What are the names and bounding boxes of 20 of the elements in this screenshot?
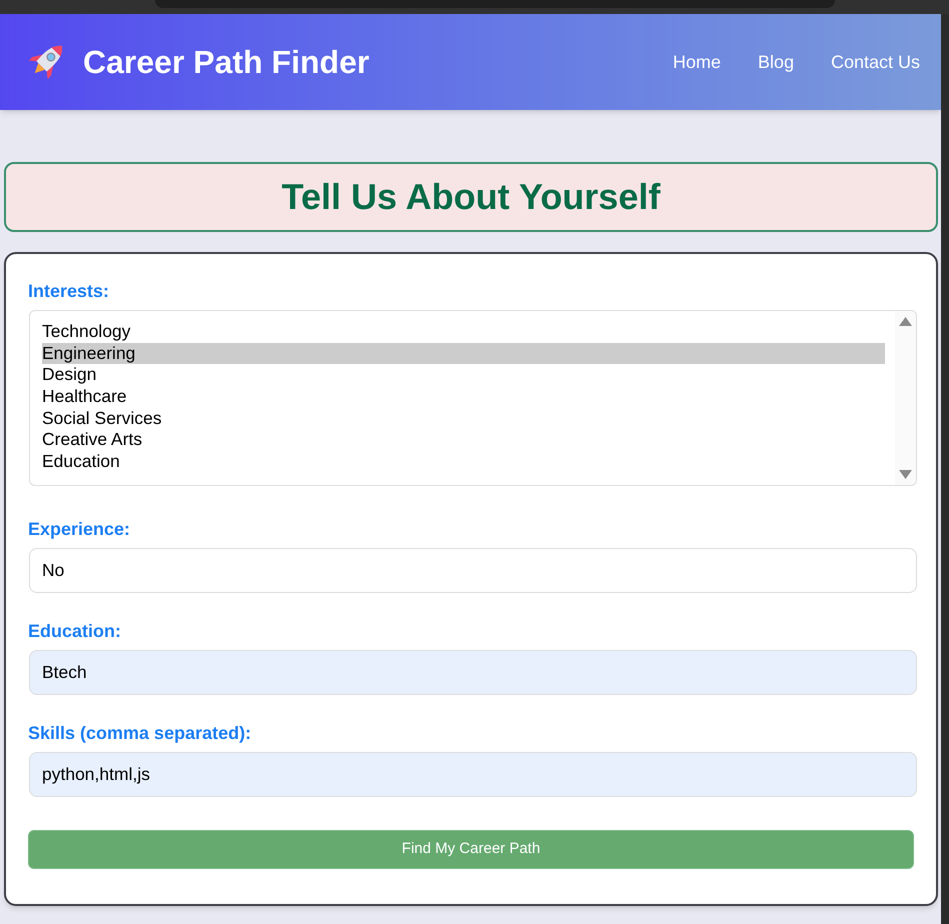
field-label: Experience:: [28, 519, 132, 540]
interests-listbox[interactable]: Technology Engineering Design Healthcare Social Services Creative Arts Education: [29, 310, 917, 486]
text-input[interactable]: python,html,js: [29, 752, 917, 797]
field-label: Education:: [28, 621, 122, 642]
listbox-option[interactable]: Creative Arts: [42, 429, 885, 452]
rocket-icon: [28, 44, 64, 80]
field-label: Skills (comma separated):: [28, 723, 252, 744]
scroll-up-icon[interactable]: [899, 317, 912, 326]
app-title: Career Path Finder: [83, 43, 370, 81]
listbox-option[interactable]: Technology: [42, 321, 885, 343]
form-heading: Tell Us About Yourself: [282, 176, 660, 218]
listbox-option[interactable]: Social Services: [42, 408, 885, 430]
scroll-down-icon[interactable]: [899, 470, 912, 479]
listbox-option[interactable]: Engineering: [42, 342, 885, 364]
field-label: Interests:: [28, 281, 110, 302]
listbox-option[interactable]: Design: [42, 364, 885, 386]
text-input[interactable]: No: [29, 548, 917, 593]
text-input[interactable]: Btech: [29, 650, 917, 695]
listbox-option[interactable]: Healthcare: [42, 386, 885, 408]
listbox-option[interactable]: Education: [42, 451, 885, 473]
